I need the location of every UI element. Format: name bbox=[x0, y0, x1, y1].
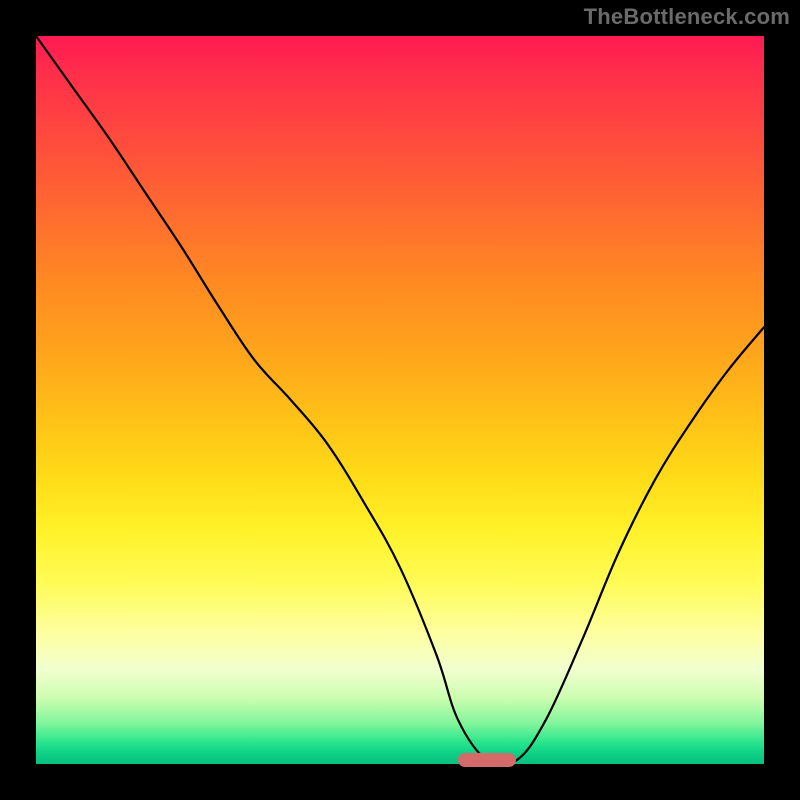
watermark-text: TheBottleneck.com bbox=[584, 4, 790, 30]
plot-area bbox=[36, 36, 764, 764]
bottleneck-curve bbox=[36, 36, 764, 764]
sweet-spot-marker bbox=[458, 753, 516, 767]
chart-container: TheBottleneck.com bbox=[0, 0, 800, 800]
